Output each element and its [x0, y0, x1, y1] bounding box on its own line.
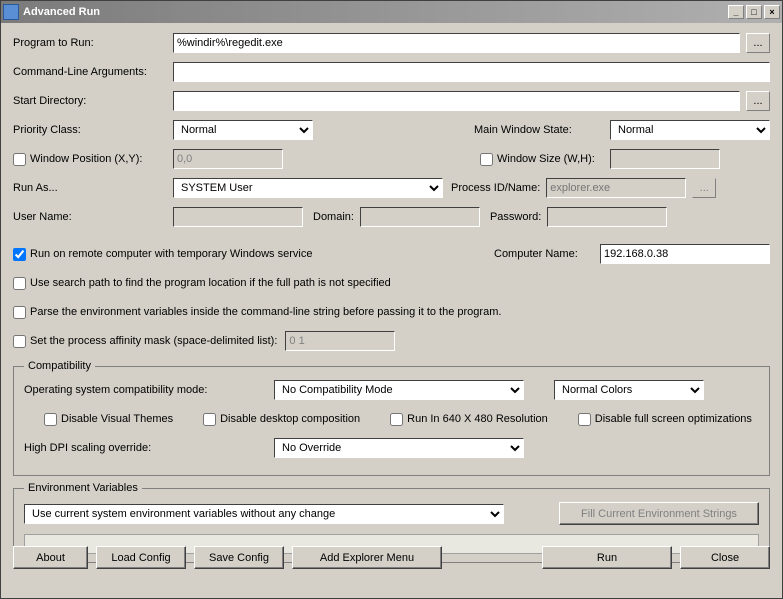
winpos-input — [173, 149, 283, 169]
winsize-input — [610, 149, 720, 169]
disable-fullscreen-label: Disable full screen optimizations — [595, 413, 752, 425]
close-dialog-button[interactable]: Close — [680, 546, 770, 569]
minimize-button[interactable]: _ — [728, 5, 744, 19]
mainwin-select[interactable]: Normal — [610, 120, 770, 140]
parseenv-checkbox[interactable] — [13, 306, 26, 319]
compname-label: Computer Name: — [494, 248, 594, 260]
password-label: Password: — [490, 211, 541, 223]
close-button[interactable]: × — [764, 5, 780, 19]
winsize-label: Window Size (W,H): — [497, 153, 595, 165]
disable-themes-label: Disable Visual Themes — [61, 413, 173, 425]
program-label: Program to Run: — [13, 37, 173, 49]
compatibility-group: Compatibility Operating system compatibi… — [13, 360, 770, 476]
disable-fullscreen-checkbox[interactable] — [578, 413, 591, 426]
priority-select[interactable]: Normal — [173, 120, 313, 140]
app-icon — [3, 4, 19, 20]
titlebar: Advanced Run _ □ × — [1, 1, 782, 23]
load-config-button[interactable]: Load Config — [96, 546, 186, 569]
affinity-checkbox[interactable] — [13, 335, 26, 348]
runas-label: Run As... — [13, 182, 173, 194]
startdir-browse-button[interactable]: ... — [746, 91, 770, 111]
add-explorer-menu-button[interactable]: Add Explorer Menu — [292, 546, 442, 569]
window-title: Advanced Run — [23, 6, 728, 18]
compat-legend: Compatibility — [24, 360, 95, 372]
runas-select[interactable]: SYSTEM User — [173, 178, 443, 198]
remote-label: Run on remote computer with temporary Wi… — [30, 248, 312, 260]
domain-input — [360, 207, 480, 227]
maximize-button[interactable]: □ — [746, 5, 762, 19]
envmode-select[interactable]: Use current system environment variables… — [24, 504, 504, 524]
username-label: User Name: — [13, 211, 173, 223]
password-input — [547, 207, 667, 227]
about-button[interactable]: About — [13, 546, 88, 569]
oscompat-select[interactable]: No Compatibility Mode — [274, 380, 524, 400]
program-input[interactable] — [173, 33, 740, 53]
highdpi-label: High DPI scaling override: — [24, 442, 274, 454]
oscompat-label: Operating system compatibility mode: — [24, 384, 274, 396]
procid-input — [546, 178, 686, 198]
fill-env-button: Fill Current Environment Strings — [559, 502, 759, 525]
priority-label: Priority Class: — [13, 124, 173, 136]
affinity-input — [285, 331, 395, 351]
save-config-button[interactable]: Save Config — [194, 546, 284, 569]
run640-checkbox[interactable] — [390, 413, 403, 426]
searchpath-label: Use search path to find the program loca… — [30, 277, 391, 289]
parseenv-label: Parse the environment variables inside t… — [30, 306, 501, 318]
winsize-checkbox[interactable] — [480, 153, 493, 166]
colors-select[interactable]: Normal Colors — [554, 380, 704, 400]
compname-input[interactable] — [600, 244, 770, 264]
procid-browse-button: ... — [692, 178, 716, 198]
mainwin-label: Main Window State: — [474, 124, 604, 136]
disable-comp-label: Disable desktop composition — [220, 413, 360, 425]
remote-checkbox[interactable] — [13, 248, 26, 261]
program-browse-button[interactable]: ... — [746, 33, 770, 53]
env-legend: Environment Variables — [24, 482, 142, 494]
disable-themes-checkbox[interactable] — [44, 413, 57, 426]
highdpi-select[interactable]: No Override — [274, 438, 524, 458]
procid-label: Process ID/Name: — [451, 182, 540, 194]
run-button[interactable]: Run — [542, 546, 672, 569]
startdir-input[interactable] — [173, 91, 740, 111]
run640-label: Run In 640 X 480 Resolution — [407, 413, 548, 425]
winpos-checkbox[interactable] — [13, 153, 26, 166]
startdir-label: Start Directory: — [13, 95, 173, 107]
cmdline-input[interactable] — [173, 62, 770, 82]
domain-label: Domain: — [313, 211, 354, 223]
searchpath-checkbox[interactable] — [13, 277, 26, 290]
affinity-label: Set the process affinity mask (space-del… — [30, 335, 277, 347]
disable-comp-checkbox[interactable] — [203, 413, 216, 426]
winpos-label: Window Position (X,Y): — [30, 153, 142, 165]
cmdline-label: Command-Line Arguments: — [13, 66, 173, 78]
username-input — [173, 207, 303, 227]
